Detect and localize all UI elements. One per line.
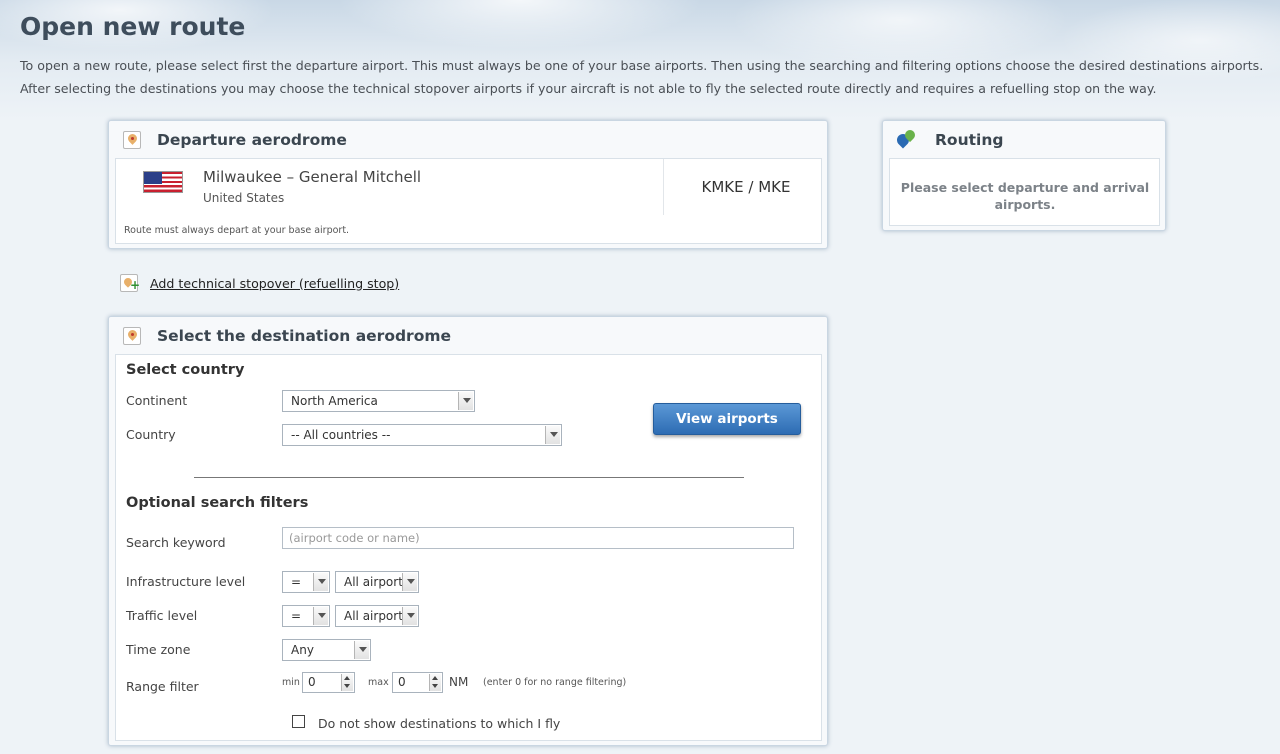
country-label: Country (126, 427, 176, 442)
range-max-label: max (368, 677, 389, 688)
infrastructure-operator-select[interactable]: = (282, 571, 330, 593)
range-hint: (enter 0 for no range filtering) (483, 677, 627, 688)
chevron-down-icon[interactable] (402, 607, 417, 625)
route-map-icon (894, 127, 918, 150)
routing-panel-title: Routing (935, 131, 1004, 149)
departure-note: Route must always depart at your base ai… (124, 225, 350, 236)
routing-panel-header: Routing (883, 121, 1165, 159)
search-keyword-label: Search keyword (126, 535, 226, 550)
range-unit: NM (449, 675, 469, 689)
departure-panel-header: Departure aerodrome (109, 121, 827, 159)
dont-show-flown-checkbox[interactable] (292, 715, 305, 728)
range-max-value: 0 (398, 675, 406, 689)
chevron-down-icon[interactable] (313, 573, 328, 591)
departure-panel-title: Departure aerodrome (157, 131, 347, 149)
intro-line-2: After selecting the destinations you may… (20, 81, 1157, 96)
routing-message: Please select departure and arrival airp… (900, 180, 1150, 212)
page-title: Open new route (20, 12, 246, 41)
range-min-input[interactable]: 0 (302, 672, 355, 693)
infrastructure-operator-value: = (291, 575, 302, 589)
departure-airport-codes: KMKE / MKE (701, 178, 791, 196)
traffic-operator-value: = (291, 609, 302, 623)
destination-panel-title: Select the destination aerodrome (157, 327, 452, 345)
time-zone-select[interactable]: Any (282, 639, 371, 661)
country-select[interactable]: -- All countries -- (282, 424, 562, 446)
us-flag-icon (143, 171, 183, 193)
chevron-down-icon[interactable] (402, 573, 417, 591)
divider (663, 159, 664, 215)
optional-filters-heading: Optional search filters (126, 495, 309, 511)
section-divider (194, 477, 744, 478)
departure-airport-name: Milwaukee – General Mitchell (203, 168, 422, 186)
add-stopover-row: Add technical stopover (refuelling stop) (120, 274, 399, 292)
view-airports-button[interactable]: View airports (653, 403, 801, 435)
search-keyword-input[interactable] (282, 527, 794, 549)
country-select-value: -- All countries -- (291, 428, 391, 442)
stepper-arrows-icon[interactable] (429, 674, 441, 691)
add-pin-icon[interactable] (120, 274, 140, 292)
stepper-arrows-icon[interactable] (341, 674, 353, 691)
traffic-level-select[interactable]: All airports (335, 605, 419, 627)
time-zone-label: Time zone (126, 642, 191, 657)
traffic-level-label: Traffic level (126, 608, 198, 623)
range-max-input[interactable]: 0 (392, 672, 443, 693)
chevron-down-icon[interactable] (313, 607, 328, 625)
infrastructure-level-value: All airports (344, 575, 410, 589)
chevron-down-icon[interactable] (354, 641, 369, 659)
chevron-down-icon[interactable] (458, 392, 473, 410)
time-zone-value: Any (291, 643, 314, 657)
departure-airport-country: United States (203, 191, 285, 205)
map-pin-icon (123, 131, 141, 149)
destination-panel: Select the destination aerodrome Select … (108, 316, 828, 746)
map-pin-icon (123, 327, 141, 345)
dont-show-flown-label: Do not show destinations to which I fly (318, 716, 561, 731)
routing-panel: Routing Please select departure and arri… (882, 120, 1166, 231)
traffic-level-value: All airports (344, 609, 410, 623)
intro-line-1: To open a new route, please select first… (20, 58, 1264, 73)
routing-box: Please select departure and arrival airp… (889, 158, 1160, 226)
select-country-heading: Select country (126, 362, 245, 378)
continent-select-value: North America (291, 394, 378, 408)
infrastructure-level-label: Infrastructure level (126, 574, 246, 589)
chevron-down-icon[interactable] (545, 426, 560, 444)
departure-airport-box: Milwaukee – General Mitchell United Stat… (115, 158, 822, 244)
traffic-operator-select[interactable]: = (282, 605, 330, 627)
continent-label: Continent (126, 393, 188, 408)
destination-panel-header: Select the destination aerodrome (109, 317, 827, 355)
destination-form: Select country Continent North America C… (115, 354, 822, 741)
range-min-value: 0 (308, 675, 316, 689)
continent-select[interactable]: North America (282, 390, 475, 412)
range-filter-label: Range filter (126, 679, 199, 694)
range-min-label: min (282, 677, 300, 688)
add-stopover-link[interactable]: Add technical stopover (refuelling stop) (150, 276, 399, 291)
infrastructure-level-select[interactable]: All airports (335, 571, 419, 593)
intro-text: To open a new route, please select first… (20, 54, 1270, 100)
departure-panel: Departure aerodrome Milwaukee – General … (108, 120, 828, 249)
